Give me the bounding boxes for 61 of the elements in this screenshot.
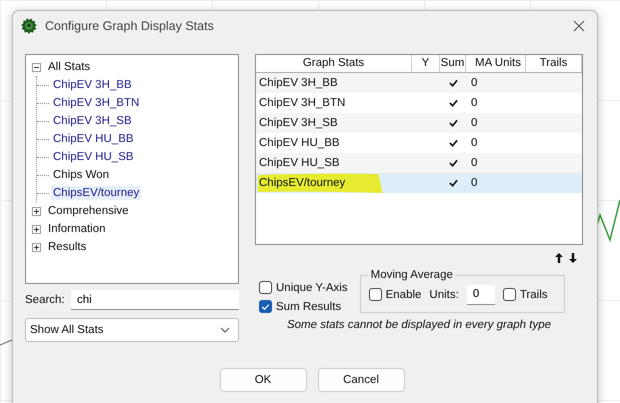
table-cell-text: 0 (470, 136, 478, 151)
tree-item[interactable]: ChipEV 3H_BTN (51, 96, 142, 110)
column-header[interactable]: Y (412, 55, 440, 72)
table-cell-text: ChipEV 3H_BB (258, 76, 339, 91)
checkbox[interactable] (368, 288, 382, 301)
tree-item[interactable]: Comprehensive (46, 204, 131, 218)
move-up-icon[interactable] (555, 253, 563, 263)
tree-item[interactable]: Information (46, 222, 108, 236)
tree-item[interactable]: ChipEV HU_SB (51, 150, 136, 164)
table-cell-text: ChipEV HU_SB (258, 156, 341, 171)
check-icon (261, 302, 270, 310)
table-row[interactable]: ChipsEV/tourney 0 (256, 173, 582, 193)
checkbox[interactable] (259, 300, 272, 313)
tree-item[interactable]: Results (46, 240, 88, 254)
search-field[interactable]: chi (71, 290, 239, 310)
table-row[interactable]: ChipEV 3H_BB 0 (256, 73, 582, 93)
search-label: Search: (25, 294, 65, 306)
table-row[interactable]: ChipEV HU_SB 0 (256, 153, 582, 173)
move-down-icon[interactable] (569, 253, 577, 263)
checkbox-label: Enable (386, 288, 422, 300)
units-label: Units: (429, 288, 459, 300)
expander-icon[interactable] (32, 62, 41, 72)
table-cell-text: 0 (470, 176, 478, 191)
checkbox-label: Trails (520, 288, 548, 300)
tree-item[interactable]: All Stats (46, 60, 92, 74)
graph-line-drawing (0, 339, 12, 346)
window-title: Configure Graph Display Stats (45, 19, 215, 33)
tree-item[interactable]: ChipEV 3H_SB (51, 114, 134, 128)
table-cell-text: 0 (470, 76, 478, 91)
tree-item[interactable]: ChipsEV/tourney (51, 186, 142, 200)
tree-item[interactable]: Chips Won (51, 168, 112, 182)
table-cell-text: 0 (470, 96, 478, 111)
filter-dropdown[interactable]: Show All Stats (25, 318, 239, 342)
checkbox[interactable] (259, 281, 272, 294)
dialog-button[interactable]: OK (220, 368, 306, 392)
table-cell-text: ChipsEV/tourney (258, 176, 346, 191)
expander-icon[interactable] (32, 206, 41, 216)
group-title: Moving Average (370, 269, 454, 281)
poker-chip-icon (21, 18, 37, 34)
table-cell-text: ChipEV HU_BB (258, 136, 341, 151)
tree-item[interactable]: ChipEV 3H_BB (51, 78, 134, 92)
checkbox-label: Sum Results (276, 300, 342, 312)
expander-icon[interactable] (32, 242, 41, 252)
close-icon[interactable] (573, 20, 585, 32)
table-row[interactable]: ChipEV 3H_SB 0 (256, 113, 582, 133)
table-cell-text: ChipEV 3H_SB (258, 116, 339, 131)
column-header[interactable]: Sum (440, 55, 466, 72)
column-header[interactable]: Graph Stats (256, 55, 412, 72)
column-header[interactable]: MA Units (466, 55, 526, 72)
expander-icon[interactable] (32, 224, 41, 234)
dialog-button[interactable]: Cancel (318, 368, 404, 392)
info-note: Some stats cannot be displayed in every graph type (286, 319, 552, 331)
table-cell-text: 0 (470, 116, 478, 131)
chevron-icon (220, 327, 230, 333)
checkbox-label: Unique Y-Axis (276, 282, 348, 294)
table-cell-text: ChipEV 3H_BTN (258, 96, 346, 111)
column-header[interactable]: Trails (526, 55, 582, 72)
units-field[interactable]: 0 (466, 284, 495, 304)
tree-item[interactable]: ChipEV HU_BB (51, 132, 136, 146)
checkbox[interactable] (502, 288, 516, 301)
table-cell-text: 0 (470, 156, 478, 171)
